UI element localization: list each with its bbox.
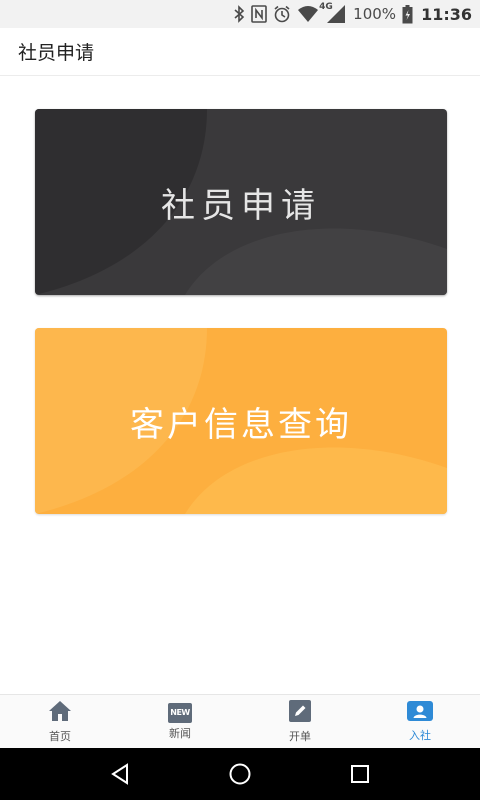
member-application-card[interactable]: 社员申请 xyxy=(35,109,447,295)
customer-info-query-label: 客户信息查询 xyxy=(130,404,352,445)
tab-create-order[interactable]: 开单 xyxy=(240,695,360,748)
status-bar: 4G 100% 11:36 xyxy=(0,0,480,28)
home-circle-icon xyxy=(229,763,251,785)
customer-info-query-card[interactable]: 客户信息查询 xyxy=(35,328,447,514)
tab-news-label: 新闻 xyxy=(169,726,191,740)
clock-time: 11:36 xyxy=(421,4,472,24)
network-type-label: 4G xyxy=(319,2,333,12)
alarm-icon xyxy=(273,4,291,24)
edit-icon xyxy=(289,699,311,726)
member-application-label: 社员申请 xyxy=(161,185,321,226)
back-button[interactable] xyxy=(100,754,140,794)
tab-create-order-label: 开单 xyxy=(289,729,311,743)
bottom-tab-bar: 首页 NEW 新闻 开单 入社 xyxy=(0,694,480,748)
battery-icon xyxy=(402,4,413,24)
cell-signal-icon: 4G xyxy=(319,2,347,24)
tab-news[interactable]: NEW 新闻 xyxy=(120,695,240,748)
app-header: 社员申请 xyxy=(0,28,480,76)
news-icon: NEW xyxy=(168,702,192,723)
bluetooth-icon xyxy=(233,4,245,24)
tab-home[interactable]: 首页 xyxy=(0,695,120,748)
page-title: 社员申请 xyxy=(18,42,95,64)
recents-button[interactable] xyxy=(340,754,380,794)
tab-join-label: 入社 xyxy=(409,728,431,742)
home-button[interactable] xyxy=(220,754,260,794)
battery-percent: 100% xyxy=(353,5,397,23)
tab-join[interactable]: 入社 xyxy=(360,695,480,748)
news-icon-text: NEW xyxy=(170,708,190,717)
tab-home-label: 首页 xyxy=(49,729,71,743)
recents-icon xyxy=(351,765,369,783)
home-icon xyxy=(48,700,72,726)
nfc-icon xyxy=(251,4,267,24)
member-card-icon xyxy=(407,700,433,725)
wifi-icon xyxy=(297,4,319,24)
back-icon xyxy=(111,763,128,785)
system-nav-bar xyxy=(0,748,480,800)
